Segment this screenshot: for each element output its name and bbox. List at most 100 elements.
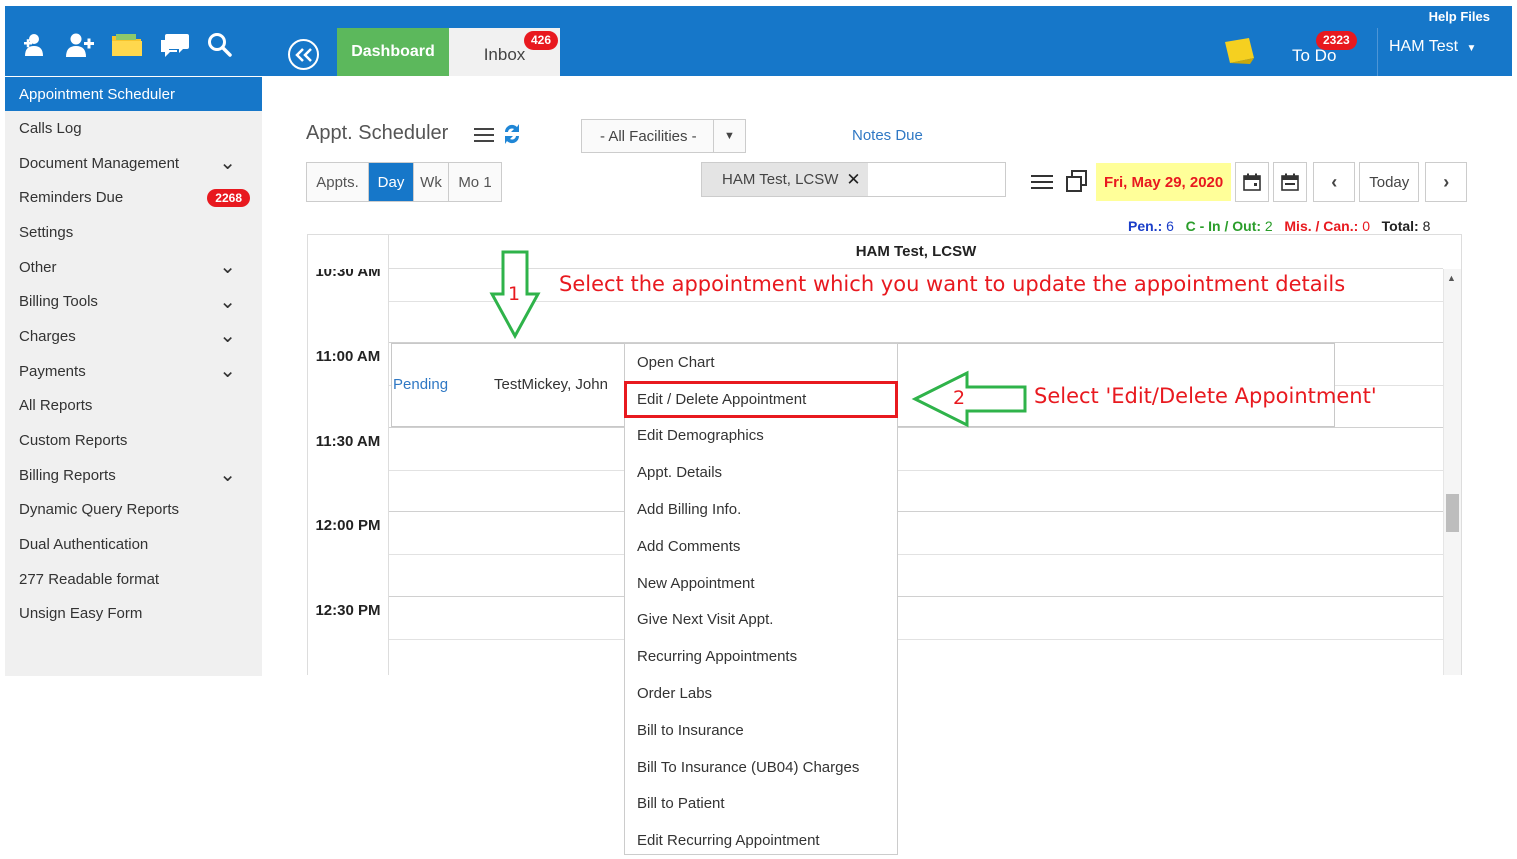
annotation-step-2-text: Select 'Edit/Delete Appointment'	[1034, 384, 1377, 408]
menu-item-edit-demographics[interactable]: Edit Demographics	[625, 418, 897, 455]
menu-item-open-chart[interactable]: Open Chart	[625, 344, 897, 381]
provider-chip: HAM Test, LCSW ✕	[702, 163, 868, 196]
calendar-icon	[1243, 173, 1262, 191]
top-icon-group	[23, 32, 233, 58]
tab-appts[interactable]: Appts.	[307, 163, 369, 201]
calendar-range-button[interactable]	[1273, 162, 1308, 202]
appointment-patient: TestMickey, John	[494, 376, 608, 393]
popout-icon[interactable]	[1064, 169, 1090, 195]
sidebar-item-277-readable-format[interactable]: 277 Readable format	[5, 562, 262, 597]
current-date: Fri, May 29, 2020	[1096, 163, 1232, 201]
menu-item-bill-to-insurance-ub04-charges[interactable]: Bill To Insurance (UB04) Charges	[625, 749, 897, 786]
menu-item-bill-to-insurance[interactable]: Bill to Insurance	[625, 712, 897, 749]
refresh-icon[interactable]	[501, 122, 523, 146]
menu-icon[interactable]	[473, 124, 497, 144]
sidebar-item-calls-log[interactable]: Calls Log	[5, 111, 262, 146]
time-slot-label: 11:00 AM	[315, 348, 381, 365]
sidebar-item-payments[interactable]: Payments ⌄	[5, 354, 262, 389]
add-patient-icon[interactable]	[23, 32, 49, 58]
divider	[1377, 28, 1378, 76]
folder-icon[interactable]	[111, 32, 143, 58]
sidebar-item-dynamic-query-reports[interactable]: Dynamic Query Reports	[5, 493, 262, 528]
blank-area	[307, 675, 624, 855]
sidebar-item-unsign-easy-form[interactable]: Unsign Easy Form	[5, 597, 262, 632]
sidebar-list: Calls Log Document Management ⌄ Reminders D…	[5, 111, 262, 631]
menu-item-give-next-visit-appt[interactable]: Give Next Visit Appt.	[625, 602, 897, 639]
stat-total-label: Total:	[1381, 218, 1419, 234]
scroll-thumb[interactable]	[1446, 494, 1459, 532]
menu-item-appt-details[interactable]: Appt. Details	[625, 454, 897, 491]
menu-item-edit-recurring-appointment[interactable]: Edit Recurring Appointment	[625, 822, 897, 859]
notes-due-link[interactable]: Notes Due	[852, 127, 923, 144]
chevron-down-icon: ⌄	[219, 325, 236, 348]
sidebar-item-reminders-due[interactable]: Reminders Due 2268	[5, 180, 262, 215]
prev-day-button[interactable]: ‹	[1313, 162, 1356, 202]
provider-select[interactable]: HAM Test, LCSW ✕	[701, 162, 1006, 197]
user-menu[interactable]: HAM Test ▼	[1389, 38, 1476, 56]
add-user-icon[interactable]	[65, 32, 95, 58]
sidebar-item-label: Reminders Due	[19, 189, 124, 207]
menu-item-edit-delete-appointment[interactable]: Edit / Delete Appointment	[624, 380, 898, 418]
tab-day[interactable]: Day	[369, 163, 414, 201]
chevron-down-icon: ⌄	[219, 360, 236, 383]
sidebar-item-other[interactable]: Other ⌄	[5, 250, 262, 285]
annotation-step-1-number: 1	[508, 283, 521, 305]
menu-item-add-billing-info[interactable]: Add Billing Info.	[625, 491, 897, 528]
sidebar-item-label: Settings	[19, 223, 74, 241]
sidebar-item-label: All Reports	[19, 397, 93, 415]
divider	[389, 470, 1443, 471]
sidebar-item-charges[interactable]: Charges ⌄	[5, 319, 262, 354]
sticky-note-icon[interactable]	[1222, 36, 1256, 66]
divider	[389, 596, 1443, 597]
next-day-button[interactable]: ›	[1425, 162, 1468, 202]
back-button[interactable]	[288, 39, 319, 70]
menu-item-order-labs[interactable]: Order Labs	[625, 675, 897, 712]
stat-checkin-label: C - In / Out:	[1185, 218, 1262, 234]
sidebar-item-all-reports[interactable]: All Reports	[5, 389, 262, 424]
tab-inbox[interactable]: Inbox 426	[449, 28, 560, 76]
sidebar-item-label: Calls Log	[19, 119, 82, 137]
view-tabs: Appts. Day Wk Mo 1	[306, 162, 502, 202]
sidebar-item-dual-authentication[interactable]: Dual Authentication	[5, 527, 262, 562]
menu-item-bill-to-patient[interactable]: Bill to Patient	[625, 786, 897, 823]
sidebar-item-label: Other	[19, 258, 57, 276]
provider-column-header: HAM Test, LCSW	[388, 235, 1443, 269]
todo-button[interactable]: To Do 2323	[1292, 31, 1357, 66]
todo-badge: 2323	[1316, 31, 1357, 50]
sidebar-item-appointment-scheduler[interactable]: Appointment Scheduler	[5, 77, 262, 111]
divider	[389, 301, 1443, 302]
chat-icon[interactable]	[159, 32, 191, 58]
sidebar-item-billing-reports[interactable]: Billing Reports ⌄	[5, 458, 262, 493]
close-icon[interactable]: ✕	[846, 170, 860, 190]
divider	[389, 639, 1443, 640]
search-icon[interactable]	[207, 32, 233, 58]
today-button[interactable]: Today	[1359, 162, 1420, 202]
back-icon	[294, 47, 312, 62]
sidebar-item-custom-reports[interactable]: Custom Reports	[5, 423, 262, 458]
tab-week[interactable]: Wk	[414, 163, 449, 201]
menu-item-recurring-appointments[interactable]: Recurring Appointments	[625, 638, 897, 675]
sidebar-item-settings[interactable]: Settings	[5, 215, 262, 250]
facility-select[interactable]: - All Facilities - ▼	[581, 119, 746, 153]
tab-dashboard[interactable]: Dashboard	[337, 28, 449, 76]
appointment-context-menu: Open Chart Edit / Delete Appointment Edit …	[624, 343, 898, 855]
date-toolbar: Fri, May 29, 2020 ‹ Today ›	[1030, 162, 1468, 202]
sidebar-item-label: 277 Readable format	[19, 570, 160, 588]
stat-total-value: 8	[1422, 218, 1431, 234]
grid-scrollbar[interactable]: ▲	[1443, 269, 1461, 676]
tab-month[interactable]: Mo 1	[449, 163, 501, 201]
stat-missed-label: Mis. / Can.:	[1284, 218, 1359, 234]
sidebar-item-label: Custom Reports	[19, 432, 128, 450]
title-tools	[473, 122, 523, 146]
menu-item-new-appointment[interactable]: New Appointment	[625, 565, 897, 602]
menu-item-add-comments[interactable]: Add Comments	[625, 528, 897, 565]
list-icon[interactable]	[1030, 171, 1056, 193]
calendar-picker-button[interactable]	[1235, 162, 1270, 202]
help-files-link[interactable]: Help Files	[1429, 9, 1490, 24]
scroll-up-icon[interactable]: ▲	[1447, 273, 1456, 283]
sidebar-item-document-management[interactable]: Document Management ⌄	[5, 146, 262, 181]
chevron-left-icon: ‹	[1331, 171, 1338, 192]
caret-down-icon: ▼	[1466, 43, 1477, 54]
sidebar-item-billing-tools[interactable]: Billing Tools ⌄	[5, 284, 262, 319]
sidebar-item-label: Appointment Scheduler	[19, 85, 175, 103]
